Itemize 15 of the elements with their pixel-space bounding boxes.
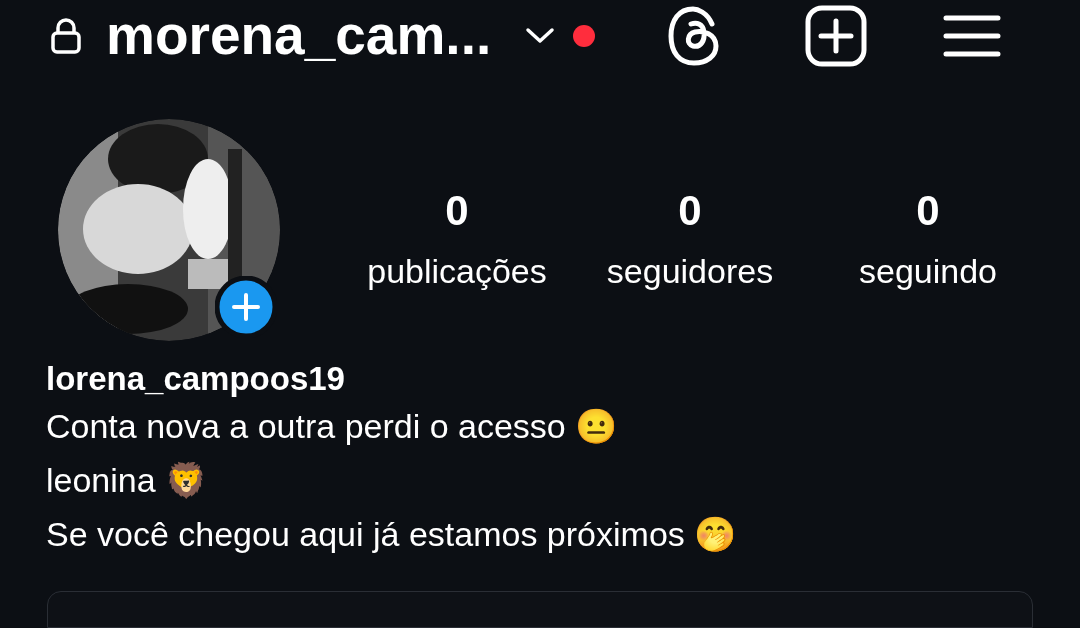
bio-line: leonina 🦁: [46, 459, 208, 501]
bio-line: Se você chegou aqui já estamos próximos 🤭: [46, 513, 737, 555]
stat-count[interactable]: 0: [445, 186, 469, 235]
username: morena_cam...: [106, 8, 492, 64]
stat-label[interactable]: seguidores: [606, 248, 774, 293]
stat-label[interactable]: publicações: [367, 248, 547, 293]
stat-label[interactable]: seguindo: [859, 248, 997, 293]
new-post-icon[interactable]: [805, 4, 868, 67]
stat-count[interactable]: 0: [678, 186, 702, 235]
profile-name: lorena_campoos19: [46, 358, 346, 399]
menu-icon[interactable]: [943, 14, 1002, 57]
stat-count[interactable]: 0: [916, 186, 940, 235]
chevron-down-icon[interactable]: [525, 26, 556, 45]
lock-icon: [50, 17, 82, 54]
bio-line: Conta nova a outra perdi o acesso 😐: [46, 405, 618, 447]
